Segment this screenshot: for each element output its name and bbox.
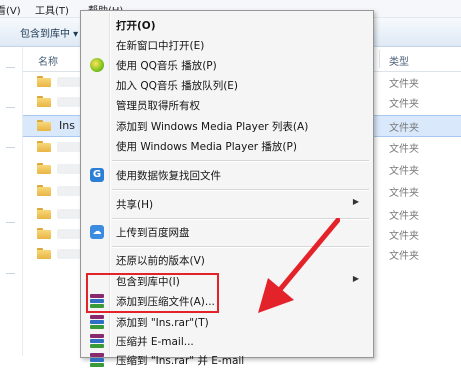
nav-divider <box>6 273 15 274</box>
file-type: 文件夹 <box>389 144 419 155</box>
qq-music-icon <box>89 57 105 73</box>
menu-item-wmp-play[interactable]: 使用 Windows Media Player 播放(P) <box>83 137 371 155</box>
folder-icon <box>37 76 51 87</box>
menu-item-label: 压缩并 E-mail... <box>116 336 194 348</box>
menu-item-open[interactable]: 打开(O) <box>83 16 371 34</box>
menu-item-label: 添加到 "Ins.rar"(T) <box>116 317 209 329</box>
menu-item-qq-music-queue[interactable]: 加入 QQ音乐 播放队列(E) <box>83 76 371 94</box>
folder-icon <box>37 141 51 152</box>
data-recovery-icon: G <box>89 167 105 183</box>
menu-item-qq-music-play[interactable]: 使用 QQ音乐 播放(P) <box>83 56 371 74</box>
submenu-arrow-icon: ▶ <box>352 197 359 206</box>
menu-item-label: 管理员取得所有权 <box>116 100 200 112</box>
menu-item-label: 压缩到 "Ins.rar" 并 E-mail <box>116 355 245 367</box>
folder-icon <box>37 228 51 239</box>
file-type: 文件夹 <box>389 211 419 222</box>
baidu-netdisk-icon: ☁ <box>89 224 105 240</box>
folder-icon <box>37 96 51 107</box>
file-type: 文件夹 <box>389 123 419 134</box>
menu-tools[interactable]: 工具(T) <box>35 2 69 17</box>
menu-item-data-recovery[interactable]: G 使用数据恢复找回文件 <box>83 166 371 184</box>
nav-divider <box>6 107 15 108</box>
nav-divider <box>6 147 15 148</box>
menu-item-share[interactable]: 共享(H) ▶ <box>83 195 371 213</box>
menu-item-label: 使用 QQ音乐 播放(P) <box>116 60 217 72</box>
menu-item-compress-email[interactable]: 压缩并 E-mail... <box>83 332 371 350</box>
file-type: 文件夹 <box>389 231 419 242</box>
file-type: 文件夹 <box>389 251 419 262</box>
winrar-icon <box>89 352 105 368</box>
red-arrow-icon <box>258 218 340 313</box>
menu-item-label: 共享(H) <box>116 199 154 211</box>
menu-item-label: 在新窗口中打开(E) <box>116 40 205 52</box>
menu-item-label: 打开(O) <box>116 20 156 32</box>
menu-item-open-new-window[interactable]: 在新窗口中打开(E) <box>83 36 371 54</box>
folder-icon <box>37 120 51 131</box>
file-type: 文件夹 <box>389 99 419 110</box>
file-type: 文件夹 <box>389 79 419 90</box>
winrar-icon <box>89 314 105 330</box>
menu-separator <box>112 160 369 162</box>
winrar-icon <box>89 333 105 349</box>
file-type: 文件夹 <box>389 166 419 177</box>
folder-icon <box>37 163 51 174</box>
nav-divider <box>6 222 15 223</box>
menu-view[interactable]: 看(V) <box>0 2 21 17</box>
file-name: Ins <box>59 119 75 132</box>
include-in-library-button[interactable]: 包含到库中 ▾ <box>20 25 78 40</box>
menu-item-take-ownership[interactable]: 管理员取得所有权 <box>83 96 371 114</box>
folder-icon <box>37 248 51 259</box>
menu-separator <box>112 189 369 191</box>
menu-item-label: 添加到 Windows Media Player 列表(A) <box>116 121 309 133</box>
column-separator[interactable] <box>379 50 380 68</box>
menu-item-wmp-add-list[interactable]: 添加到 Windows Media Player 列表(A) <box>83 117 371 135</box>
column-name-header[interactable]: 名称 <box>38 53 58 68</box>
folder-icon <box>37 208 51 219</box>
column-type-header[interactable]: 类型 <box>389 53 409 68</box>
menu-item-label: 使用 Windows Media Player 播放(P) <box>116 141 297 153</box>
menu-item-compress-to-ins-rar-email[interactable]: 压缩到 "Ins.rar" 并 E-mail <box>83 351 371 369</box>
file-type: 文件夹 <box>389 188 419 199</box>
highlight-box <box>86 273 219 313</box>
submenu-arrow-icon: ▶ <box>352 274 359 283</box>
menu-item-label: 还原以前的版本(V) <box>116 255 205 267</box>
nav-divider <box>6 67 15 68</box>
menu-item-label: 使用数据恢复找回文件 <box>116 170 221 182</box>
navigation-pane[interactable] <box>0 47 23 356</box>
menu-item-label: 上传到百度网盘 <box>116 227 190 239</box>
folder-icon <box>37 185 51 196</box>
menu-item-label: 加入 QQ音乐 播放队列(E) <box>116 80 239 92</box>
